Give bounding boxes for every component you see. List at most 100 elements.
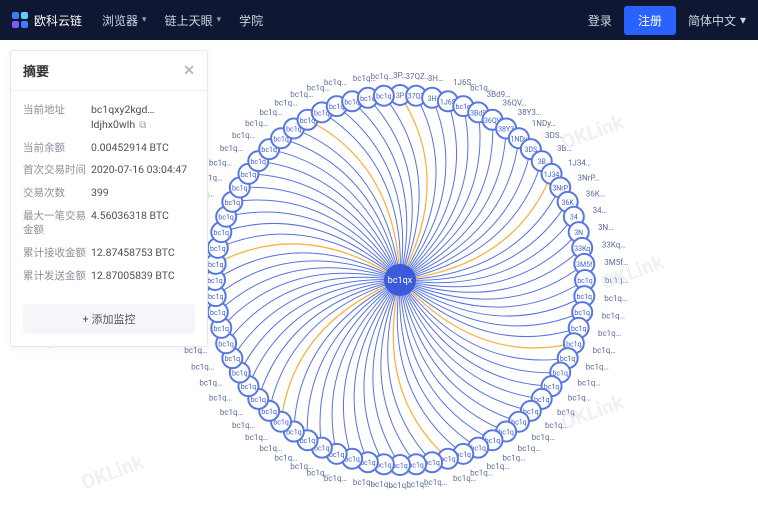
register-button[interactable]: 注册: [624, 6, 676, 35]
svg-text:bc1q…: bc1q…: [324, 78, 347, 87]
row-total-sent: 累计发送金额12.87005839 BTC: [23, 265, 195, 288]
svg-text:bc1q: bc1q: [261, 408, 277, 416]
close-icon[interactable]: ✕: [183, 63, 195, 79]
copy-icon[interactable]: ⧉: [139, 120, 146, 131]
panel-header: 摘要 ✕: [11, 51, 207, 91]
brand-logo[interactable]: 欧科云链: [12, 12, 82, 29]
svg-text:bc1q…: bc1q…: [353, 478, 376, 487]
svg-text:bc1q…: bc1q…: [209, 394, 232, 403]
svg-text:bc1q…: bc1q…: [220, 144, 243, 153]
svg-text:bc1q…: bc1q…: [605, 276, 628, 285]
svg-text:bc1q…: bc1q…: [604, 294, 627, 303]
svg-text:bc1q: bc1q: [574, 309, 590, 317]
svg-text:34: 34: [570, 214, 578, 222]
svg-text:bc1q: bc1q: [214, 229, 230, 237]
svg-text:36K…: 36K…: [586, 189, 605, 198]
address-value[interactable]: bc1qxy2kgd…ldjhx0wlh⧉: [91, 103, 195, 133]
svg-text:bc1q: bc1q: [225, 199, 241, 207]
svg-text:bc1q: bc1q: [207, 277, 223, 285]
svg-text:bc1q…: bc1q…: [578, 379, 601, 388]
svg-text:bc1q: bc1q: [251, 158, 267, 166]
logo-icon: [12, 12, 28, 28]
svg-text:bc1q…: bc1q…: [220, 408, 243, 417]
svg-text:bc1q: bc1q: [241, 383, 257, 391]
svg-text:3NrP…: 3NrP…: [578, 174, 600, 183]
svg-text:bc1q…: bc1q…: [259, 108, 282, 117]
svg-text:bc1q: bc1q: [566, 340, 582, 348]
language-selector[interactable]: 简体中文▾: [688, 12, 746, 29]
row-total-recv: 累计接收金额12.87458753 BTC: [23, 242, 195, 265]
panel-title: 摘要: [23, 61, 49, 80]
nav-browser[interactable]: 浏览器▾: [102, 12, 147, 29]
svg-text:bc1q…: bc1q…: [545, 421, 568, 430]
svg-text:bc1q: bc1q: [577, 277, 593, 285]
svg-text:bc1q…: bc1q…: [371, 72, 394, 81]
svg-text:bc1q: bc1q: [210, 245, 226, 253]
svg-text:bc1q: bc1q: [218, 340, 234, 348]
top-header: 欧科云链 浏览器▾ 链上天眼▾ 学院 登录 注册 简体中文▾: [0, 0, 758, 40]
svg-text:bc1q…: bc1q…: [598, 329, 621, 338]
svg-text:bc1q: bc1q: [571, 325, 587, 333]
svg-text:bc1q: bc1q: [225, 355, 241, 363]
svg-text:bc1q…: bc1q…: [453, 474, 476, 483]
svg-text:bc1q…: bc1q…: [245, 433, 268, 442]
svg-text:bc1q: bc1q: [208, 261, 224, 269]
svg-text:36K: 36K: [562, 199, 575, 207]
chevron-down-icon: ▾: [217, 15, 222, 25]
svg-text:bc1q: bc1q: [241, 171, 257, 179]
svg-text:bc1q…: bc1q…: [568, 394, 591, 403]
brand-text: 欧科云链: [34, 12, 82, 29]
svg-text:bc1q…: bc1q…: [290, 462, 313, 471]
svg-text:bc1qx: bc1qx: [388, 276, 413, 286]
add-monitor-button[interactable]: + 添加监控: [23, 304, 195, 334]
row-first-tx: 首次交易时间2020-07-16 03:04:47: [23, 159, 195, 182]
svg-text:bc1q: bc1q: [232, 185, 248, 193]
svg-text:3P: 3P: [396, 92, 405, 100]
svg-text:bc1q…: bc1q…: [232, 131, 255, 140]
svg-text:36QV…: 36QV…: [503, 98, 527, 107]
svg-text:33Kq: 33Kq: [574, 245, 590, 253]
nav-chain-tools[interactable]: 链上天眼▾: [165, 12, 222, 29]
svg-text:37QZ…: 37QZ…: [406, 72, 431, 81]
svg-text:bc1q…: bc1q…: [586, 363, 609, 372]
panel-body: 当前地址bc1qxy2kgd…ldjhx0wlh⧉ 当前余额0.00452914…: [11, 91, 207, 296]
svg-text:bc1q…: bc1q…: [245, 119, 268, 128]
nav-academy[interactable]: 学院: [239, 12, 263, 29]
svg-text:bc1q…: bc1q…: [232, 421, 255, 430]
svg-text:33Kq…: 33Kq…: [602, 240, 626, 249]
svg-text:3H…: 3H…: [428, 74, 444, 83]
svg-text:3M5f: 3M5f: [576, 261, 593, 269]
svg-text:3N: 3N: [574, 229, 583, 237]
svg-text:3B…: 3B…: [557, 144, 572, 153]
login-button[interactable]: 登录: [588, 12, 612, 29]
svg-text:3H: 3H: [428, 95, 437, 103]
svg-text:bc1q: bc1q: [376, 93, 392, 101]
chevron-down-icon: ▾: [142, 15, 147, 25]
svg-text:bc1q…: bc1q…: [199, 379, 222, 388]
svg-text:34…: 34…: [593, 206, 607, 215]
svg-text:1J34…: 1J34…: [568, 158, 591, 167]
header-right: 登录 注册 简体中文▾: [588, 6, 746, 35]
svg-text:bc1q: bc1q: [273, 419, 289, 427]
svg-text:bc1q: bc1q: [214, 325, 230, 333]
svg-text:bc1q…: bc1q…: [274, 98, 297, 107]
summary-panel: 摘要 ✕ 当前地址bc1qxy2kgd…ldjhx0wlh⧉ 当前余额0.004…: [10, 50, 208, 347]
svg-text:bc1q: bc1q: [210, 309, 226, 317]
row-balance: 当前余额0.00452914 BTC: [23, 137, 195, 160]
row-max-single: 最大一笔交易金额4.56036318 BTC: [23, 205, 195, 242]
svg-text:bc1q…: bc1q…: [191, 363, 214, 372]
svg-text:bc1q…: bc1q…: [518, 444, 541, 453]
svg-text:bc1q…: bc1q…: [274, 454, 297, 463]
svg-text:3DS…: 3DS…: [545, 131, 565, 140]
svg-text:bc1q: bc1q: [251, 396, 267, 404]
row-address: 当前地址bc1qxy2kgd…ldjhx0wlh⧉: [23, 99, 195, 137]
row-tx-count: 交易次数399: [23, 182, 195, 205]
svg-text:bc1q…: bc1q…: [209, 158, 232, 167]
chevron-down-icon: ▾: [740, 13, 746, 27]
svg-text:bc1q…: bc1q…: [259, 444, 282, 453]
svg-text:bc1q: bc1q: [232, 370, 248, 378]
svg-text:bc1q: bc1q: [218, 214, 234, 222]
svg-text:bc1q…: bc1q…: [557, 408, 580, 417]
svg-text:bc1q: bc1q: [208, 293, 224, 301]
svg-text:38Y3…: 38Y3…: [518, 108, 542, 117]
